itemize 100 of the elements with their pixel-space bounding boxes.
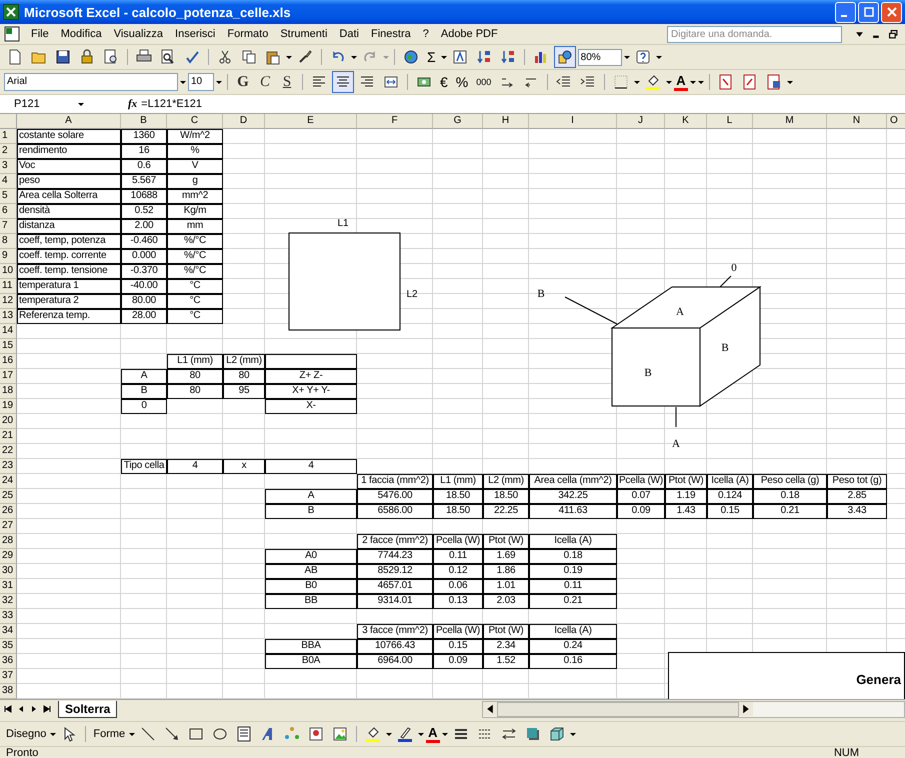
caret-icon[interactable] (570, 731, 576, 737)
help-search-field[interactable]: Digitare una domanda. (667, 26, 842, 42)
horizontal-scrollbar[interactable] (482, 700, 905, 718)
column-header[interactable]: A (17, 114, 121, 129)
font-size-field[interactable]: 10 (188, 73, 214, 91)
draw-menu-button[interactable]: Disegno (4, 728, 48, 740)
chart-area[interactable]: Genera (668, 652, 905, 699)
percent-button[interactable]: % (452, 74, 472, 90)
row-header[interactable]: 14 (0, 324, 17, 339)
caret-icon[interactable] (786, 79, 793, 85)
scroll-left-icon[interactable] (483, 702, 498, 716)
caret-icon[interactable] (440, 54, 447, 60)
zoom-field[interactable]: 80% (578, 48, 622, 66)
row-header[interactable]: 9 (0, 249, 17, 264)
menu-item[interactable]: Formato (222, 28, 274, 40)
bold-button[interactable]: G (233, 72, 253, 92)
close-button[interactable] (881, 2, 902, 22)
menu-item[interactable]: File (26, 28, 54, 40)
thousands-button[interactable]: 000 (473, 77, 494, 87)
menu-item[interactable]: Strumenti (275, 28, 332, 40)
row-header[interactable]: 13 (0, 309, 17, 324)
font-color-button[interactable]: A (426, 726, 440, 742)
row-header[interactable]: 6 (0, 204, 17, 219)
row-header[interactable]: 1 (0, 129, 17, 144)
align-center-icon[interactable] (332, 71, 354, 93)
row-header[interactable]: 2 (0, 144, 17, 159)
row-header[interactable]: 11 (0, 279, 17, 294)
row-header[interactable]: 4 (0, 174, 17, 189)
column-header[interactable]: M (753, 114, 827, 129)
font-color-button[interactable]: A (674, 74, 688, 90)
menu-item[interactable]: Inserisci (170, 28, 220, 40)
column-header[interactable]: B (121, 114, 167, 129)
column-header[interactable]: K (665, 114, 707, 129)
row-header[interactable]: 30 (0, 564, 17, 579)
font-field[interactable]: Arial (4, 73, 178, 91)
menu-item[interactable]: Adobe PDF (436, 28, 503, 40)
menu-item[interactable]: Visualizza (108, 28, 168, 40)
column-header[interactable]: I (529, 114, 617, 129)
name-box[interactable]: P121 (4, 98, 74, 110)
row-header[interactable]: 5 (0, 189, 17, 204)
row-header[interactable]: 10 (0, 264, 17, 279)
shapes-icon[interactable] (554, 46, 576, 68)
row-header[interactable]: 36 (0, 654, 17, 669)
caret-icon[interactable] (78, 101, 84, 107)
row-header[interactable]: 12 (0, 294, 17, 309)
italic-button[interactable]: C (255, 72, 275, 92)
spreadsheet-icon[interactable] (4, 26, 20, 42)
underline-button[interactable]: S (277, 72, 297, 92)
caret-icon[interactable] (442, 731, 448, 737)
row-header[interactable]: 27 (0, 519, 17, 534)
row-header[interactable]: 35 (0, 639, 17, 654)
row-header[interactable]: 3 (0, 159, 17, 174)
row-header[interactable]: 28 (0, 534, 17, 549)
euro-button[interactable]: € (437, 74, 451, 90)
row-header[interactable]: 24 (0, 474, 17, 489)
sheet-tab[interactable]: Solterra (58, 700, 118, 718)
caret-icon[interactable] (351, 54, 357, 60)
insert-function-button[interactable]: fx (128, 98, 138, 110)
column-header[interactable]: O (887, 114, 905, 129)
formula-field[interactable]: =L121*E121 (141, 98, 202, 110)
row-header[interactable]: 37 (0, 669, 17, 684)
row-header[interactable]: 25 (0, 489, 17, 504)
row-header[interactable]: 20 (0, 414, 17, 429)
row-header[interactable]: 22 (0, 444, 17, 459)
menu-item[interactable]: ? (418, 28, 434, 40)
caret-icon[interactable] (50, 731, 56, 737)
row-header[interactable]: 31 (0, 579, 17, 594)
row-header[interactable]: 29 (0, 549, 17, 564)
shapes-menu-button[interactable]: Forme (91, 728, 128, 740)
caret-icon[interactable] (386, 731, 392, 737)
row-header[interactable]: 34 (0, 624, 17, 639)
caret-icon[interactable] (180, 79, 186, 85)
maximize-button[interactable] (858, 2, 879, 22)
column-header[interactable]: E (265, 114, 357, 129)
column-header[interactable]: H (483, 114, 529, 129)
last-sheet-icon[interactable] (42, 704, 52, 714)
row-header[interactable]: 16 (0, 354, 17, 369)
row-header[interactable]: 32 (0, 594, 17, 609)
row-header[interactable]: 38 (0, 684, 17, 699)
row-header[interactable]: 18 (0, 384, 17, 399)
column-header[interactable]: F (357, 114, 433, 129)
row-header[interactable]: 8 (0, 234, 17, 249)
menu-item[interactable]: Modifica (56, 28, 107, 40)
menu-item[interactable]: Dati (334, 28, 364, 40)
caret-icon[interactable] (286, 54, 292, 60)
row-header[interactable]: 26 (0, 504, 17, 519)
row-header[interactable]: 19 (0, 399, 17, 414)
restore-icon[interactable] (889, 30, 898, 38)
caret-icon[interactable] (129, 731, 136, 737)
scroll-right-icon[interactable] (739, 702, 754, 716)
row-header[interactable]: 17 (0, 369, 17, 384)
caret-icon[interactable] (855, 30, 864, 38)
row-header[interactable]: 15 (0, 339, 17, 354)
menu-item[interactable]: Finestra (366, 28, 416, 40)
column-header[interactable]: J (617, 114, 665, 129)
caret-icon[interactable] (666, 79, 672, 85)
caret-icon[interactable] (216, 79, 222, 85)
column-header[interactable]: L (707, 114, 753, 129)
column-header[interactable]: N (827, 114, 887, 129)
caret-icon[interactable] (418, 731, 424, 737)
